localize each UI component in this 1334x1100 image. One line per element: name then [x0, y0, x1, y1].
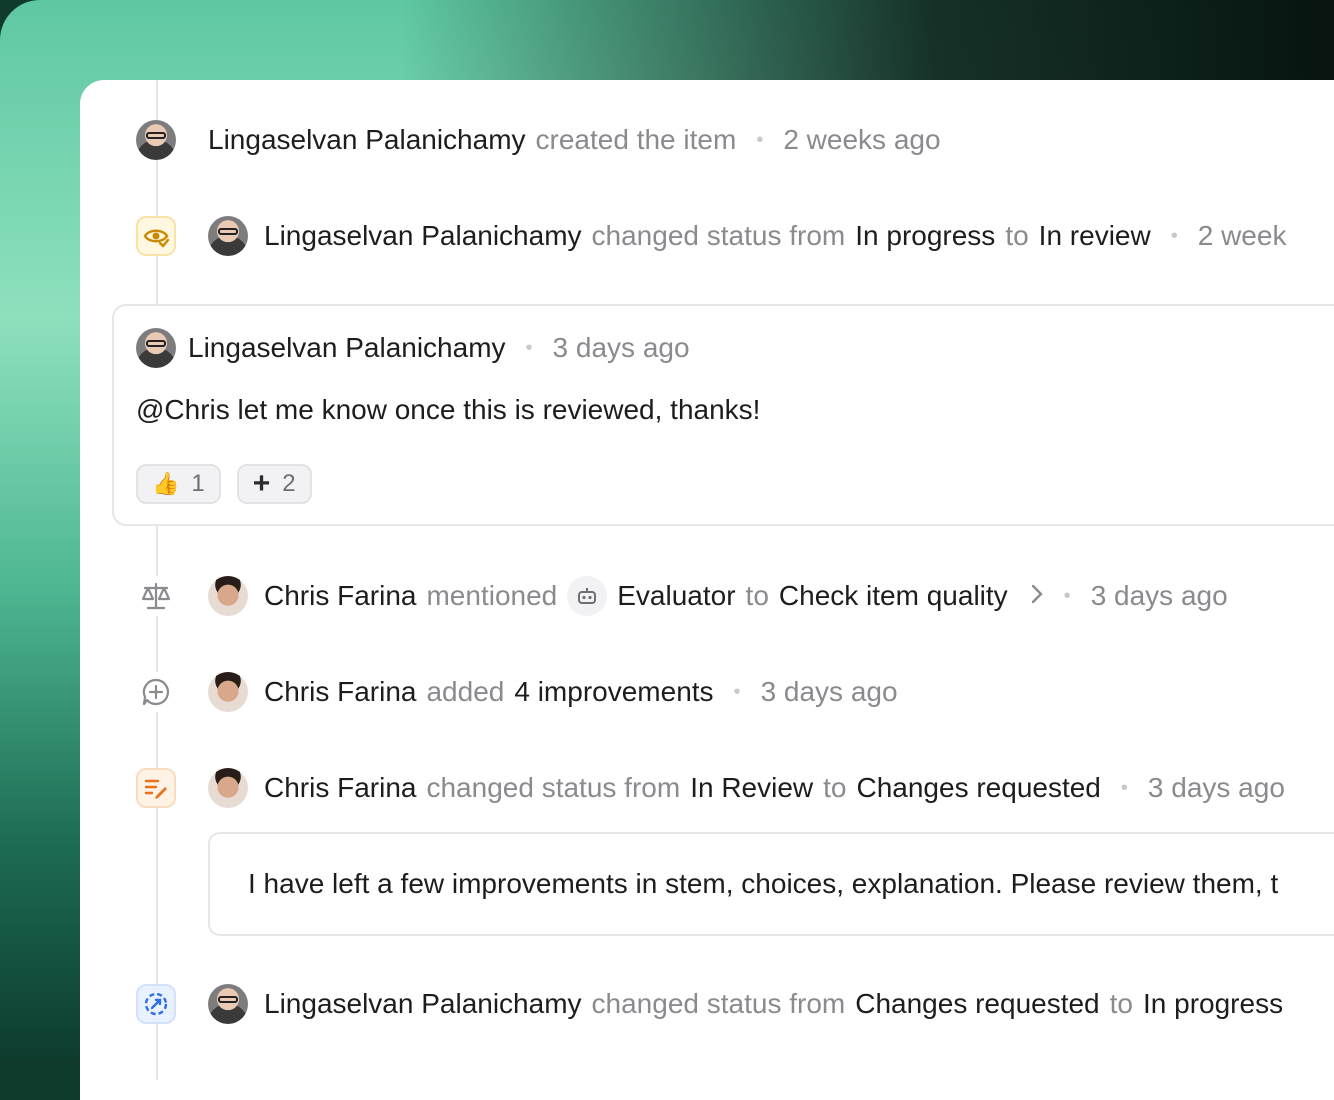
separator-dot: •	[756, 128, 764, 151]
separator-dot: •	[733, 680, 741, 703]
actor-name[interactable]: Lingaselvan Palanichamy	[188, 332, 506, 364]
activity-row-mention: Chris Farina mentioned Evaluator to Chec…	[208, 574, 1228, 618]
list-edit-icon	[136, 768, 176, 808]
status-from: In progress	[855, 220, 996, 251]
activity-text: added	[426, 676, 505, 707]
timestamp: 3 days ago	[552, 332, 690, 363]
scale-icon	[141, 582, 171, 610]
avatar[interactable]	[208, 768, 248, 808]
reaction-count: 2	[282, 470, 296, 497]
avatar[interactable]	[208, 576, 248, 616]
avatar[interactable]	[208, 984, 248, 1024]
activity-panel: Lingaselvan Palanichamy created the item…	[80, 80, 1334, 1100]
add-reaction-button[interactable]: + 2	[236, 464, 312, 504]
timeline-icon	[136, 576, 176, 616]
comment-card: Lingaselvan Palanichamy • 3 days ago @Ch…	[112, 304, 1334, 526]
note-text: I have left a few improvements in stem, …	[248, 868, 1279, 899]
timeline-icon	[136, 672, 176, 712]
comment-body: @Chris let me know once this is reviewed…	[136, 394, 760, 426]
timestamp: 2 weeks ago	[783, 124, 941, 155]
status-to: Changes requested	[856, 772, 1101, 803]
activity-row-status-change: Lingaselvan Palanichamy changed status f…	[208, 214, 1286, 258]
activity-row-created: Lingaselvan Palanichamy created the item…	[208, 118, 941, 162]
comment-text: let me know once this is reviewed, thank…	[229, 394, 761, 425]
timestamp: 2 week	[1197, 220, 1287, 251]
activity-text: created the item	[535, 124, 737, 155]
avatar[interactable]	[208, 216, 248, 256]
status-note: I have left a few improvements in stem, …	[208, 832, 1334, 936]
avatar[interactable]	[136, 328, 176, 368]
actor-name[interactable]: Lingaselvan Palanichamy	[264, 988, 582, 1020]
actor-name[interactable]: Chris Farina	[264, 580, 416, 612]
robot-icon	[567, 576, 608, 616]
mention-link[interactable]: @Chris	[136, 394, 230, 425]
timeline-status-icon	[136, 768, 176, 808]
actor-name[interactable]: Lingaselvan Palanichamy	[264, 220, 582, 252]
activity-text: changed status from	[591, 988, 846, 1019]
activity-text: to	[745, 580, 769, 611]
status-to: In progress	[1143, 988, 1284, 1019]
status-to: In review	[1038, 220, 1151, 251]
plus-icon: +	[252, 467, 271, 500]
actor-name[interactable]: Chris Farina	[264, 772, 416, 804]
avatar[interactable]	[136, 120, 176, 160]
activity-text: changed status from	[591, 220, 846, 251]
timeline-status-icon	[136, 984, 176, 1024]
actor-name[interactable]: Chris Farina	[264, 676, 416, 708]
comment-header: Lingaselvan Palanichamy • 3 days ago	[136, 328, 690, 368]
comment-plus-icon	[142, 678, 170, 706]
reaction-count: 1	[191, 470, 205, 497]
separator-dot: •	[525, 336, 533, 359]
activity-text: to	[823, 772, 847, 803]
status-from: In Review	[690, 772, 814, 803]
activity-text: changed status from	[426, 772, 681, 803]
separator-dot: •	[1170, 224, 1178, 247]
activity-row-improvements: Chris Farina added 4 improvements • 3 da…	[208, 670, 898, 714]
agent-name[interactable]: Evaluator	[617, 580, 735, 612]
eye-check-icon	[136, 216, 176, 256]
avatar[interactable]	[208, 672, 248, 712]
timestamp: 3 days ago	[1147, 772, 1285, 803]
activity-text: to	[1109, 988, 1133, 1019]
activity-row-changes-requested: Chris Farina changed status from In Revi…	[208, 766, 1285, 810]
activity-text: to	[1005, 220, 1029, 251]
separator-dot: •	[1120, 776, 1128, 799]
improvements-link[interactable]: 4 improvements	[514, 676, 713, 708]
activity-text: mentioned	[426, 580, 558, 611]
thumbs-up-icon: 👍	[152, 471, 180, 496]
actor-name[interactable]: Lingaselvan Palanichamy	[208, 124, 526, 156]
timeline-status-icon	[136, 216, 176, 256]
task-name[interactable]: Check item quality	[779, 580, 1008, 612]
reactions: 👍 1 + 2	[136, 464, 312, 504]
separator-dot: •	[1063, 584, 1071, 607]
progress-icon	[136, 984, 176, 1024]
timeline-avatar	[136, 120, 176, 160]
chevron-right-icon[interactable]	[1030, 580, 1044, 612]
status-from: Changes requested	[855, 988, 1100, 1019]
activity-row-in-progress: Lingaselvan Palanichamy changed status f…	[208, 982, 1283, 1026]
timestamp: 3 days ago	[760, 676, 898, 707]
reaction-thumbs-up[interactable]: 👍 1	[136, 464, 221, 504]
timestamp: 3 days ago	[1090, 580, 1228, 611]
